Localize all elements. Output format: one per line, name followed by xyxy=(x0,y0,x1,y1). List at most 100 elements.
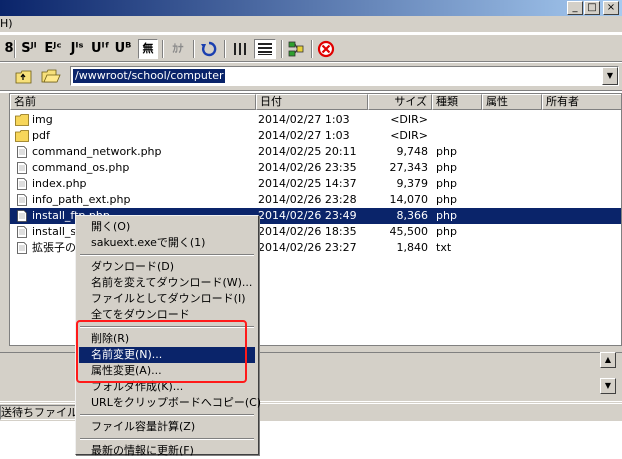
file-date: 2014/02/25 20:11 xyxy=(258,145,357,158)
context-menu-item[interactable]: URLをクリップボードへコピー(C) xyxy=(79,395,261,411)
minimize-button[interactable]: _ xyxy=(567,1,583,15)
file-date: 2014/02/25 14:37 xyxy=(258,177,357,190)
file-row[interactable]: index.php 2014/02/25 14:37 9,379 php xyxy=(10,176,621,192)
file-icon xyxy=(15,242,29,254)
encoding-sjis-button[interactable]: Sᴶᴵ xyxy=(20,39,38,59)
kana-button[interactable]: ｶﾅ xyxy=(168,39,188,59)
detail-view-button[interactable] xyxy=(254,39,276,59)
annotation-highlight-box xyxy=(76,320,247,383)
refresh-button[interactable] xyxy=(199,39,219,59)
file-row[interactable]: img 2014/02/27 1:03 <DIR> xyxy=(10,112,621,128)
context-menu-item[interactable]: ファイル容量計算(Z) xyxy=(79,419,255,435)
file-size: <DIR> xyxy=(390,113,428,126)
file-name: pdf xyxy=(32,129,50,142)
file-row[interactable]: info_path_ext.php 2014/02/26 23:28 14,070 p… xyxy=(10,192,621,208)
sync-button[interactable] xyxy=(286,39,306,59)
file-size: 14,070 xyxy=(389,193,429,206)
address-bar: /wwwroot/school/computer ▼ xyxy=(0,63,622,91)
sync-icon xyxy=(288,41,304,57)
file-type: php xyxy=(436,177,457,190)
menu-separator xyxy=(80,414,254,416)
close-button[interactable]: × xyxy=(603,1,619,15)
menu-separator xyxy=(80,438,254,440)
menu-separator xyxy=(80,254,254,256)
file-icon xyxy=(15,162,29,174)
toolbar: 8 Sᴶᴵ Eᴶᶜ Jᴵˢ Uᴵᶠ Uᴮ 無 ｶﾅ xyxy=(0,34,622,62)
context-menu-item[interactable]: ファイルとしてダウンロード(I) xyxy=(79,291,255,307)
file-size: 45,500 xyxy=(389,225,429,238)
context-menu-item[interactable]: 名前を変えてダウンロード(W)... xyxy=(79,275,255,291)
list-header: 名前 日付 サイズ 種類 属性 所有者 xyxy=(10,94,621,110)
toolbar-separator xyxy=(281,40,283,58)
file-type: php xyxy=(436,225,457,238)
file-icon xyxy=(15,210,29,222)
arrow-down-icon: ▼ xyxy=(604,381,612,390)
file-row[interactable]: command_network.php 2014/02/25 20:11 9,748… xyxy=(10,144,621,160)
scroll-down-button[interactable]: ▼ xyxy=(600,378,616,394)
column-header-type[interactable]: 種類 xyxy=(432,94,482,110)
open-folder-button[interactable] xyxy=(40,67,62,87)
file-row[interactable]: command_os.php 2014/02/26 23:35 27,343 php xyxy=(10,160,621,176)
column-header-size[interactable]: サイズ xyxy=(368,94,432,110)
menu-bar: H) xyxy=(0,16,622,33)
toolbar-separator xyxy=(14,40,16,58)
file-date: 2014/02/26 23:28 xyxy=(258,193,357,206)
file-type: php xyxy=(436,193,457,206)
file-type: php xyxy=(436,145,457,158)
status-text: 送待ちファイル0 xyxy=(0,405,78,420)
stop-button[interactable] xyxy=(316,39,336,59)
column-header-owner[interactable]: 所有者 xyxy=(542,94,621,110)
file-date: 2014/02/26 23:27 xyxy=(258,241,357,254)
file-size: 1,840 xyxy=(396,241,429,254)
file-name: index.php xyxy=(32,177,87,190)
column-header-date[interactable]: 日付 xyxy=(256,94,368,110)
address-input[interactable]: /wwwroot/school/computer xyxy=(73,69,226,83)
column-header-name[interactable]: 名前 xyxy=(10,94,256,110)
file-date: 2014/02/26 23:35 xyxy=(258,161,357,174)
encoding-utf8-button[interactable]: Uᴵᶠ xyxy=(91,39,110,59)
title-bar xyxy=(0,0,622,16)
folder-icon xyxy=(15,130,29,142)
toolbar-separator xyxy=(224,40,226,58)
encoding-euc-button[interactable]: Eᴶᶜ xyxy=(44,39,62,59)
list-view-button[interactable] xyxy=(230,39,250,59)
file-date: 2014/02/26 23:49 xyxy=(258,209,357,222)
encoding-jis-button[interactable]: Jᴵˢ xyxy=(68,39,86,59)
folder-up-icon xyxy=(15,70,32,84)
parent-folder-button[interactable] xyxy=(14,67,34,87)
file-row[interactable]: pdf 2014/02/27 1:03 <DIR> xyxy=(10,128,621,144)
toolbar-separator xyxy=(311,40,313,58)
no-conversion-button[interactable]: 無 xyxy=(138,39,158,59)
file-name: command_os.php xyxy=(32,161,130,174)
toolbar-separator xyxy=(162,40,164,58)
menu-item-help[interactable]: H) xyxy=(0,17,13,30)
file-icon xyxy=(15,194,29,206)
scroll-up-button[interactable]: ▲ xyxy=(600,352,616,368)
maximize-button[interactable]: □ xyxy=(584,1,600,15)
open-folder-icon xyxy=(41,69,61,83)
file-date: 2014/02/26 18:35 xyxy=(258,225,357,238)
address-dropdown-button[interactable]: ▼ xyxy=(602,67,618,85)
file-size: 9,379 xyxy=(396,177,429,190)
file-type xyxy=(436,112,480,128)
file-type: txt xyxy=(436,241,452,254)
toolbar-separator xyxy=(193,40,195,58)
file-size: <DIR> xyxy=(390,129,428,142)
file-icon xyxy=(15,178,29,190)
file-date: 2014/02/27 1:03 xyxy=(258,129,350,142)
encoding-utf8bom-button[interactable]: Uᴮ xyxy=(114,39,132,59)
file-type: php xyxy=(436,161,457,174)
column-header-attr[interactable]: 属性 xyxy=(482,94,542,110)
file-name: info_path_ext.php xyxy=(32,193,131,206)
chevron-down-icon: ▼ xyxy=(606,71,614,80)
file-date: 2014/02/27 1:03 xyxy=(258,113,350,126)
context-menu-item[interactable]: ダウンロード(D) xyxy=(79,259,255,275)
file-size: 27,343 xyxy=(389,161,429,174)
file-size: 9,748 xyxy=(396,145,429,158)
address-combo[interactable]: /wwwroot/school/computer ▼ xyxy=(70,66,619,86)
list-view-icon xyxy=(234,43,246,55)
context-menu-item[interactable]: sakuext.exeで開く(1) xyxy=(79,235,255,251)
file-name: command_network.php xyxy=(32,145,162,158)
detail-view-icon xyxy=(258,43,272,55)
context-menu-item[interactable]: 開く(O) xyxy=(79,219,255,235)
